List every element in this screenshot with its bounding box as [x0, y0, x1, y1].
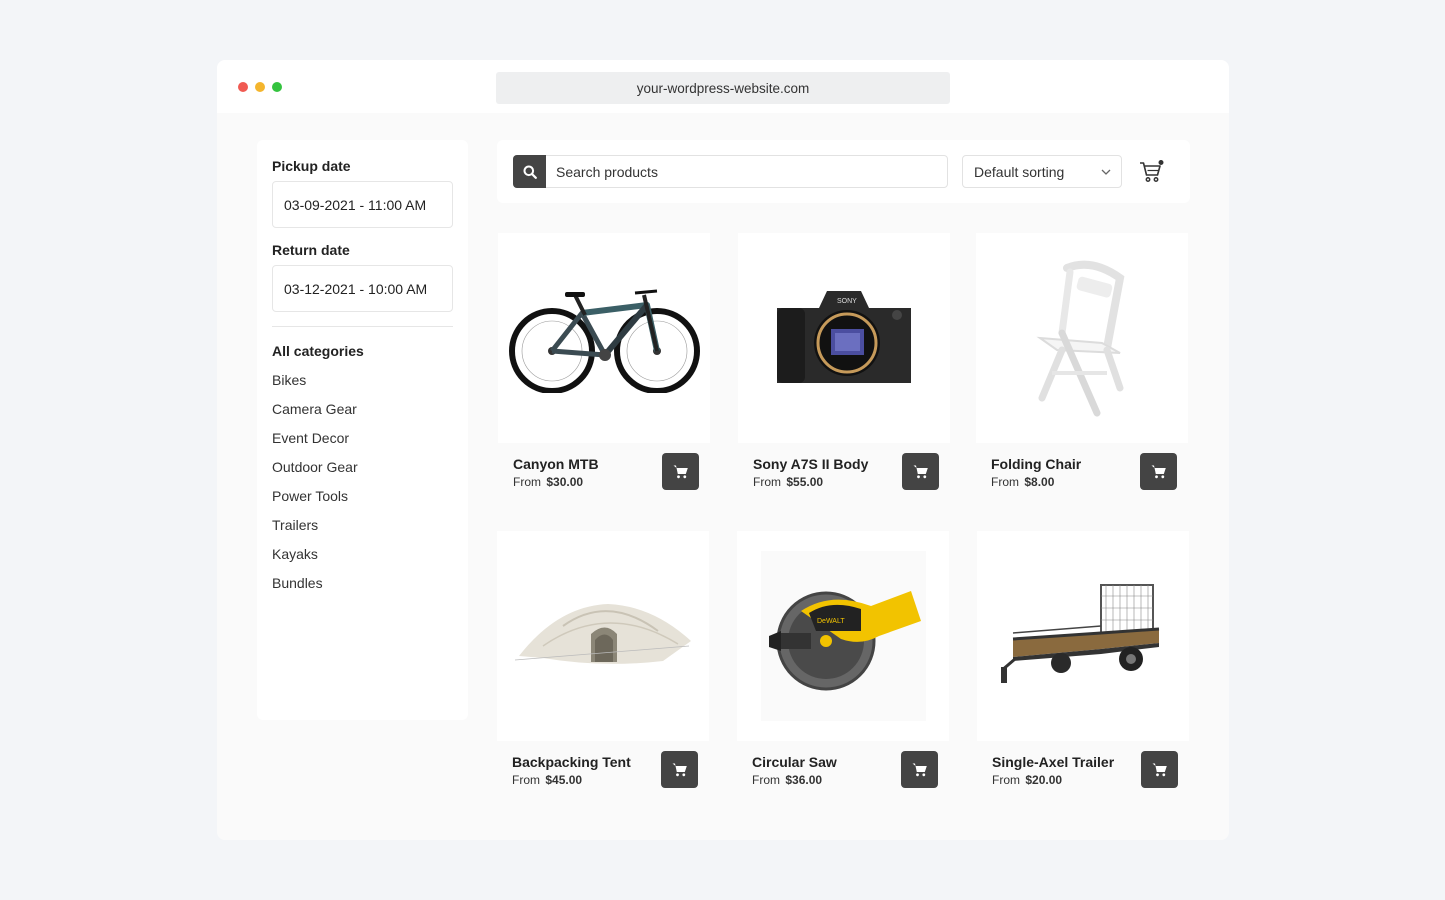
price-prefix: From	[991, 475, 1019, 489]
chair-image	[1036, 260, 1125, 417]
add-to-cart-button[interactable]	[1140, 453, 1177, 490]
category-item-outdoor-gear[interactable]: Outdoor Gear	[272, 459, 453, 488]
search-icon	[523, 165, 537, 179]
product-card[interactable]: Single-Axel Trailer From $20.00	[977, 531, 1189, 796]
cart-icon	[1152, 763, 1167, 777]
cart-icon	[912, 763, 927, 777]
category-item-power-tools[interactable]: Power Tools	[272, 488, 453, 517]
product-price: From $20.00	[992, 773, 1062, 787]
add-to-cart-button[interactable]	[662, 453, 699, 490]
cart-icon	[673, 465, 688, 479]
svg-text:DeWALT: DeWALT	[817, 618, 845, 625]
maximize-window-dot[interactable]	[272, 82, 282, 92]
chevron-down-icon	[1101, 169, 1111, 175]
product-info: Backpacking Tent From $45.00	[497, 741, 709, 796]
product-info: Folding Chair From $8.00	[976, 443, 1188, 498]
product-card[interactable]: Folding Chair From $8.00	[976, 233, 1188, 498]
add-to-cart-button[interactable]	[901, 751, 938, 788]
saw-image: DeWALT	[760, 551, 926, 721]
bike-image	[508, 289, 700, 393]
product-card[interactable]: Backpacking Tent From $45.00	[497, 531, 709, 796]
price-value: $45.00	[545, 773, 583, 787]
return-date-label: Return date	[272, 242, 350, 258]
price-value: $8.00	[1024, 475, 1055, 489]
product-card[interactable]: Canyon MTB From $30.00	[498, 233, 710, 498]
category-item-bundles[interactable]: Bundles	[272, 575, 453, 604]
product-price: From $55.00	[753, 475, 823, 489]
cart-icon	[1140, 160, 1164, 182]
product-image[interactable]	[498, 233, 710, 443]
search-box	[513, 155, 948, 188]
add-to-cart-button[interactable]	[902, 453, 939, 490]
product-price: From $8.00	[991, 475, 1054, 489]
tent-image	[514, 604, 691, 664]
search-button[interactable]	[513, 155, 546, 188]
product-name[interactable]: Circular Saw	[752, 754, 837, 770]
cart-icon	[1151, 465, 1166, 479]
product-image[interactable]	[977, 531, 1189, 741]
add-to-cart-button[interactable]	[661, 751, 698, 788]
product-card[interactable]: DeWALT Circular Saw From $36.00	[737, 531, 949, 796]
sort-dropdown-value: Default sorting	[974, 163, 1065, 180]
add-to-cart-button[interactable]	[1141, 751, 1178, 788]
price-prefix: From	[513, 475, 541, 489]
category-item-trailers[interactable]: Trailers	[272, 517, 453, 546]
product-name[interactable]: Sony A7S II Body	[753, 456, 868, 472]
product-info: Circular Saw From $36.00	[737, 741, 949, 796]
pickup-date-label: Pickup date	[272, 158, 351, 174]
price-value: $36.00	[785, 773, 823, 787]
product-image[interactable]: DeWALT	[737, 531, 949, 741]
category-item-kayaks[interactable]: Kayaks	[272, 546, 453, 575]
trailer-image	[1000, 584, 1159, 683]
product-info: Single-Axel Trailer From $20.00	[977, 741, 1189, 796]
price-value: $30.00	[546, 475, 584, 489]
price-prefix: From	[752, 773, 780, 787]
product-price: From $36.00	[752, 773, 822, 787]
product-name[interactable]: Single-Axel Trailer	[992, 754, 1114, 770]
svg-text:SONY: SONY	[837, 298, 857, 305]
price-prefix: From	[753, 475, 781, 489]
category-item-event-decor[interactable]: Event Decor	[272, 430, 453, 459]
category-all[interactable]: All categories	[272, 343, 453, 359]
product-image[interactable]	[976, 233, 1188, 443]
price-prefix: From	[512, 773, 540, 787]
product-name[interactable]: Canyon MTB	[513, 456, 599, 472]
search-input[interactable]	[546, 163, 936, 180]
price-value: $20.00	[1025, 773, 1063, 787]
cart-icon	[672, 763, 687, 777]
price-value: $55.00	[786, 475, 824, 489]
price-prefix: From	[992, 773, 1020, 787]
product-image[interactable]	[497, 531, 709, 741]
product-name[interactable]: Backpacking Tent	[512, 754, 631, 770]
product-info: Canyon MTB From $30.00	[498, 443, 710, 498]
shop-toolbar: Default sorting	[497, 140, 1190, 203]
mini-cart-button[interactable]	[1139, 160, 1165, 189]
product-name[interactable]: Folding Chair	[991, 456, 1081, 472]
product-price: From $30.00	[513, 475, 583, 489]
address-bar[interactable]: your-wordpress-website.com	[496, 72, 950, 104]
product-image[interactable]: SONY	[738, 233, 950, 443]
browser-window: your-wordpress-website.com Pickup date 0…	[217, 60, 1229, 840]
pickup-date-field[interactable]: 03-09-2021 - 11:00 AM	[272, 181, 453, 228]
close-window-dot[interactable]	[238, 82, 248, 92]
sort-dropdown[interactable]: Default sorting	[962, 155, 1122, 188]
sidebar-divider	[272, 326, 453, 327]
cart-icon	[913, 465, 928, 479]
camera-image: SONY	[777, 291, 911, 383]
return-date-field[interactable]: 03-12-2021 - 10:00 AM	[272, 265, 453, 312]
browser-titlebar: your-wordpress-website.com	[217, 60, 1229, 113]
category-item-camera-gear[interactable]: Camera Gear	[272, 401, 453, 430]
category-item-bikes[interactable]: Bikes	[272, 372, 453, 401]
product-price: From $45.00	[512, 773, 582, 787]
filter-sidebar: Pickup date 03-09-2021 - 11:00 AM Return…	[257, 140, 468, 720]
minimize-window-dot[interactable]	[255, 82, 265, 92]
product-card[interactable]: SONY Sony A7S II Body From $55.00	[738, 233, 950, 498]
product-info: Sony A7S II Body From $55.00	[738, 443, 950, 498]
